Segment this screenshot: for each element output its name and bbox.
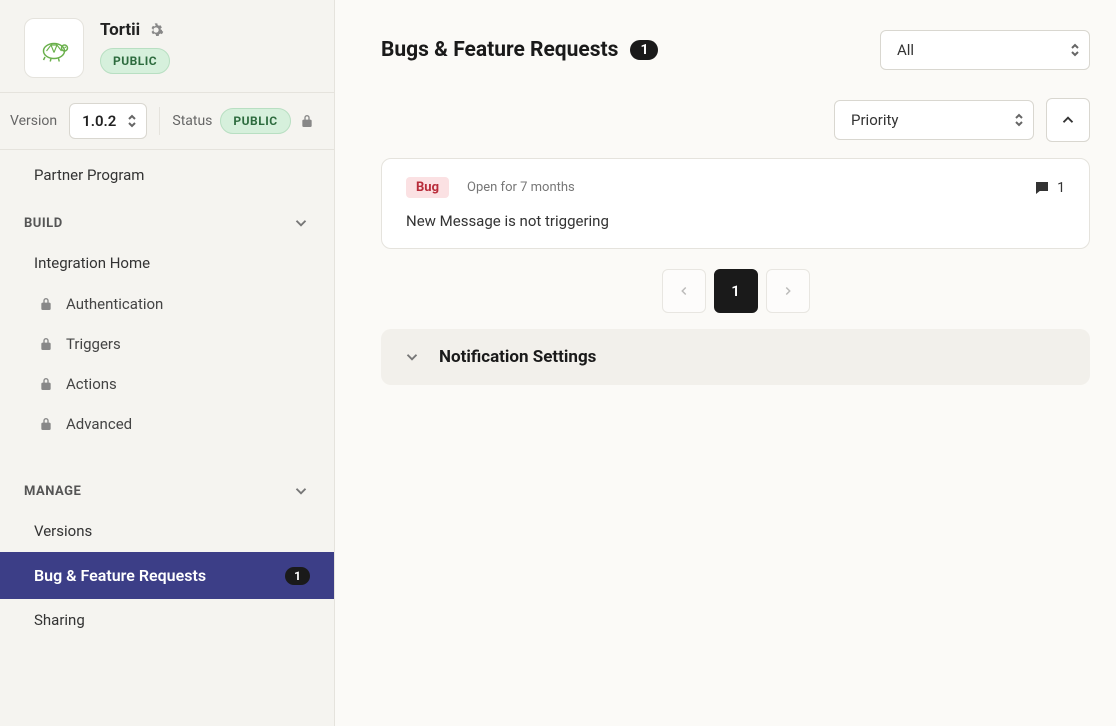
page-title: Bugs & Feature Requests <box>381 38 618 62</box>
sidebar-item-partner-program[interactable]: Partner Program <box>0 154 334 196</box>
divider <box>159 107 160 135</box>
sidebar-nav: Partner Program BUILD Integration Home A… <box>0 150 334 726</box>
sidebar-item-authentication[interactable]: Authentication <box>0 284 334 324</box>
sidebar-header: Tortii PUBLIC <box>0 0 334 92</box>
chevron-down-icon <box>292 214 310 232</box>
sidebar-item-versions[interactable]: Versions <box>0 510 334 552</box>
chevrons-updown-icon <box>1013 112 1025 128</box>
chevron-down-icon <box>403 348 421 366</box>
main-header: Bugs & Feature Requests 1 All <box>381 30 1090 70</box>
sort-select[interactable]: Priority <box>834 100 1034 140</box>
app-meta: Tortii PUBLIC <box>100 18 170 74</box>
filter-type-select[interactable]: All <box>880 30 1090 70</box>
section-label: MANAGE <box>24 484 81 499</box>
version-select[interactable]: 1.0.2 <box>69 103 147 139</box>
page-next-button[interactable] <box>766 269 810 313</box>
chevron-down-icon <box>292 482 310 500</box>
notification-settings-title: Notification Settings <box>439 347 596 367</box>
select-value: All <box>897 41 914 59</box>
chevron-up-icon <box>1059 111 1077 129</box>
lock-icon <box>38 416 54 432</box>
issue-meta: Bug Open for 7 months <box>406 177 575 198</box>
issue-open-duration: Open for 7 months <box>467 180 575 195</box>
chevron-left-icon <box>677 284 691 298</box>
main-content: Bugs & Feature Requests 1 All Priority B… <box>335 0 1116 726</box>
page-title-row: Bugs & Feature Requests 1 <box>381 38 658 62</box>
nav-label: Triggers <box>66 335 121 353</box>
issue-top-row: Bug Open for 7 months 1 <box>406 177 1065 198</box>
sidebar: Tortii PUBLIC Version 1.0.2 Status PUBLI… <box>0 0 335 726</box>
chevron-right-icon <box>781 284 795 298</box>
sidebar-item-advanced[interactable]: Advanced <box>0 404 334 444</box>
issue-card[interactable]: Bug Open for 7 months 1 New Message is n… <box>381 158 1090 249</box>
status-badge: PUBLIC <box>220 108 290 134</box>
nav-label: Advanced <box>66 415 132 433</box>
sidebar-item-actions[interactable]: Actions <box>0 364 334 404</box>
version-label: Version <box>10 113 57 129</box>
turtle-icon <box>36 30 72 66</box>
section-header-build[interactable]: BUILD <box>0 196 334 242</box>
comment-count: 1 <box>1057 180 1065 196</box>
nav-label: Actions <box>66 375 117 393</box>
section-label: BUILD <box>24 216 63 231</box>
version-bar: Version 1.0.2 Status PUBLIC <box>0 92 334 150</box>
sidebar-item-triggers[interactable]: Triggers <box>0 324 334 364</box>
issue-title: New Message is not triggering <box>406 212 1065 230</box>
sidebar-item-integration-home[interactable]: Integration Home <box>0 242 334 284</box>
sidebar-item-sharing[interactable]: Sharing <box>0 599 334 641</box>
status-group: Status PUBLIC <box>172 108 314 134</box>
issue-type-badge: Bug <box>406 177 449 198</box>
lock-icon <box>38 336 54 352</box>
issue-count: 1 <box>630 40 658 60</box>
comment-icon <box>1033 179 1051 197</box>
pagination: 1 <box>381 269 1090 313</box>
filter-row: Priority <box>381 98 1090 142</box>
app-title: Tortii <box>100 20 140 40</box>
chevrons-updown-icon <box>1069 42 1081 58</box>
nav-label: Authentication <box>66 295 163 313</box>
issue-comments: 1 <box>1033 179 1065 197</box>
section-header-manage[interactable]: MANAGE <box>0 464 334 510</box>
page-number-button[interactable]: 1 <box>714 269 758 313</box>
notification-settings-section[interactable]: Notification Settings <box>381 329 1090 385</box>
gear-icon[interactable] <box>148 22 164 38</box>
sidebar-item-bug-feature-requests[interactable]: Bug & Feature Requests 1 <box>0 552 334 599</box>
count-badge: 1 <box>285 567 310 585</box>
page-prev-button[interactable] <box>662 269 706 313</box>
status-label: Status <box>172 113 212 129</box>
lock-icon <box>38 376 54 392</box>
app-title-row: Tortii <box>100 20 170 40</box>
lock-icon <box>38 296 54 312</box>
lock-icon <box>299 113 315 129</box>
app-logo <box>24 18 84 78</box>
visibility-badge: PUBLIC <box>100 48 170 74</box>
nav-label: Bug & Feature Requests <box>34 566 206 585</box>
chevrons-updown-icon <box>126 113 138 129</box>
version-value: 1.0.2 <box>82 112 116 130</box>
collapse-button[interactable] <box>1046 98 1090 142</box>
select-value: Priority <box>851 111 898 129</box>
